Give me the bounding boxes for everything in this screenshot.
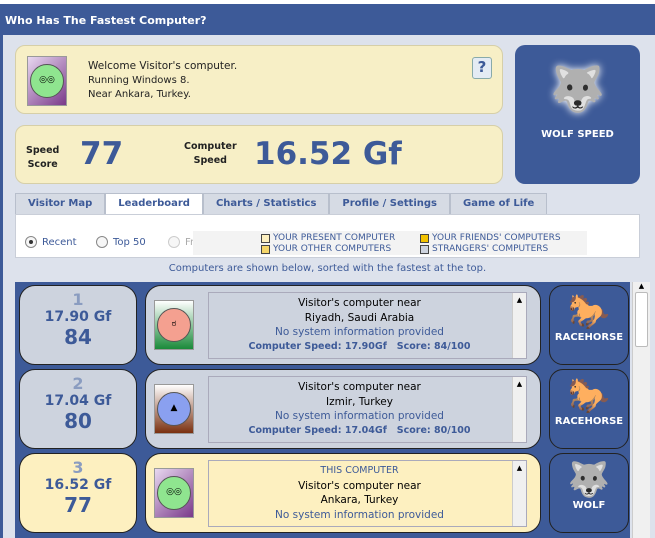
info-system: No system information provided [275,326,444,338]
tab-bar: Visitor Map Leaderboard Charts / Statist… [15,193,548,215]
horse-icon: 🐎 [567,376,611,416]
info-location: Izmir, Turkey [326,395,393,408]
face-icon: ◎◎ [157,476,191,510]
animal-badge: 🐺 WOLF [549,453,629,533]
radio-top50[interactable]: Top 50 [96,236,146,248]
leaderboard-row[interactable]: 3 16.52 Gf 77 ◎◎ THIS COMPUTER Visitor's… [19,453,629,533]
rank-speed: 16.52 Gf [44,477,112,493]
welcome-panel: ◎◎ Welcome Visitor's computer. Running W… [15,45,503,114]
legend-other: YOUR OTHER COMPUTERS [261,244,391,254]
speed-panel: Speed Score 77 Computer Speed 16.52 Gf [15,125,503,184]
computer-speed-label: Computer Speed [184,141,237,166]
info-scrollbar[interactable]: ▲▼ [512,293,526,358]
info-system: No system information provided [275,508,444,521]
speed-score-value: 77 [80,136,124,172]
computer-info: Visitor's computer near Izmir, Turkey No… [208,376,527,443]
animal-badge: 🐎 RACEHORSE [549,369,629,449]
horse-icon: 🐎 [567,292,611,332]
location-text: Near Ankara, Turkey. [88,89,191,100]
help-button[interactable]: ? [472,57,492,79]
speed-score-label: Speed Score [26,145,60,170]
rank-speed: 17.90 Gf [44,309,112,325]
radio-recent[interactable]: Recent [25,236,77,248]
computer-card: ಠ Visitor's computer near Riyadh, Saudi … [145,285,541,365]
computer-card: ◎◎ THIS COMPUTER Visitor's computer near… [145,453,541,533]
color-legend: YOUR PRESENT COMPUTER YOUR OTHER COMPUTE… [193,231,587,255]
info-speed-score: Computer Speed: 17.90Gf Score: 84/100 [248,340,471,352]
tab-charts-statistics[interactable]: Charts / Statistics [202,193,330,214]
info-line1: Visitor's computer near [298,297,421,309]
rank-box: 2 17.04 Gf 80 [19,369,137,449]
animal-label: RACEHORSE [554,416,624,427]
computer-info: THIS COMPUTER Visitor's computer near An… [208,460,527,527]
tab-profile-settings[interactable]: Profile / Settings [329,193,450,214]
info-system: No system information provided [275,410,444,422]
avatar: ◎◎ [27,56,67,106]
info-scrollbar[interactable]: ▲▼ [512,461,526,526]
list-scrollbar[interactable]: ▲ [632,282,650,538]
info-line1: Visitor's computer near [298,381,421,393]
avatar: ◎◎ [154,468,194,518]
animal-badge: 🐎 RACEHORSE [549,285,629,365]
info-line1: Visitor's computer near [298,479,421,492]
rank-number: 1 [72,290,84,309]
sort-message: Computers are shown below, sorted with t… [168,263,487,274]
os-text: Running Windows 8. [88,75,190,86]
rank-score: 77 [64,493,92,517]
filter-panel: Recent Top 50 Friends YOUR PRESENT COMPU… [15,214,640,258]
wolf-icon: 🐺 [567,460,611,500]
rank-box: 3 16.52 Gf 77 [19,453,137,533]
speed-class-badge: 🐺 WOLF SPEED [515,45,640,184]
animal-label: WOLF [572,500,606,511]
computer-card: ▲ Visitor's computer near Izmir, Turkey … [145,369,541,449]
info-speed-score: Computer Speed: 17.04Gf Score: 80/100 [248,424,471,436]
computer-info: Visitor's computer near Riyadh, Saudi Ar… [208,292,527,359]
legend-friends: YOUR FRIENDS' COMPUTERS [420,233,561,243]
welcome-text: Welcome Visitor's computer. [88,60,238,72]
rank-number: 3 [72,458,84,477]
speed-class-label: WOLF SPEED [541,129,614,140]
leaderboard-row[interactable]: 1 17.90 Gf 84 ಠ Visitor's computer near … [19,285,629,365]
info-location: Riyadh, Saudi Arabia [304,311,415,324]
legend-present: YOUR PRESENT COMPUTER [261,233,395,243]
tab-leaderboard[interactable]: Leaderboard [105,193,203,215]
rank-score: 80 [64,409,92,433]
window-title: Who Has The Fastest Computer? [0,4,655,35]
wolf-icon: 🐺 [550,64,605,115]
rank-box: 1 17.90 Gf 84 [19,285,137,365]
rank-number: 2 [72,374,84,393]
animal-label: RACEHORSE [554,332,624,343]
tab-game-of-life[interactable]: Game of Life [449,193,548,214]
legend-strangers: STRANGERS' COMPUTERS [420,244,548,254]
face-icon: ಠ [157,308,191,342]
rank-speed: 17.04 Gf [44,393,112,409]
avatar: ಠ [154,300,194,350]
info-scrollbar[interactable]: ▲▼ [512,377,526,442]
this-computer-tag: THIS COMPUTER [320,465,399,476]
tab-visitor-map[interactable]: Visitor Map [15,193,106,214]
computer-speed-value: 16.52 Gf [254,136,402,172]
leaderboard-list: 1 17.90 Gf 84 ಠ Visitor's computer near … [15,282,630,538]
rank-score: 84 [64,325,92,349]
face-icon: ◎◎ [30,64,64,98]
avatar: ▲ [154,384,194,434]
leaderboard-row[interactable]: 2 17.04 Gf 80 ▲ Visitor's computer near … [19,369,629,449]
info-location: Ankara, Turkey [320,494,399,506]
face-icon: ▲ [157,392,191,426]
